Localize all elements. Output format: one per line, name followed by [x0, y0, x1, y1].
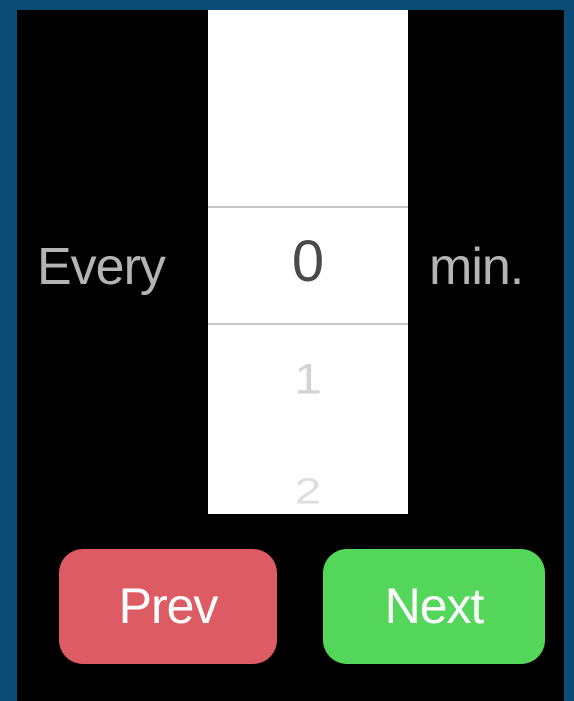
every-label: Every	[37, 238, 166, 296]
picker-selection-bottom-line	[208, 323, 408, 325]
device-frame: Every 0 1 2 min. Prev Next	[0, 0, 574, 701]
next-button[interactable]: Next	[323, 549, 545, 664]
minute-picker[interactable]: 0 1 2	[208, 10, 408, 514]
interval-screen: Every 0 1 2 min. Prev Next	[17, 10, 564, 701]
picker-option[interactable]: 2	[208, 468, 408, 514]
picker-option[interactable]: 1	[208, 352, 408, 406]
picker-selection-top-line	[208, 206, 408, 208]
picker-selected-value[interactable]: 0	[208, 222, 408, 302]
minutes-unit-label: min.	[429, 238, 524, 296]
prev-button[interactable]: Prev	[59, 549, 277, 664]
